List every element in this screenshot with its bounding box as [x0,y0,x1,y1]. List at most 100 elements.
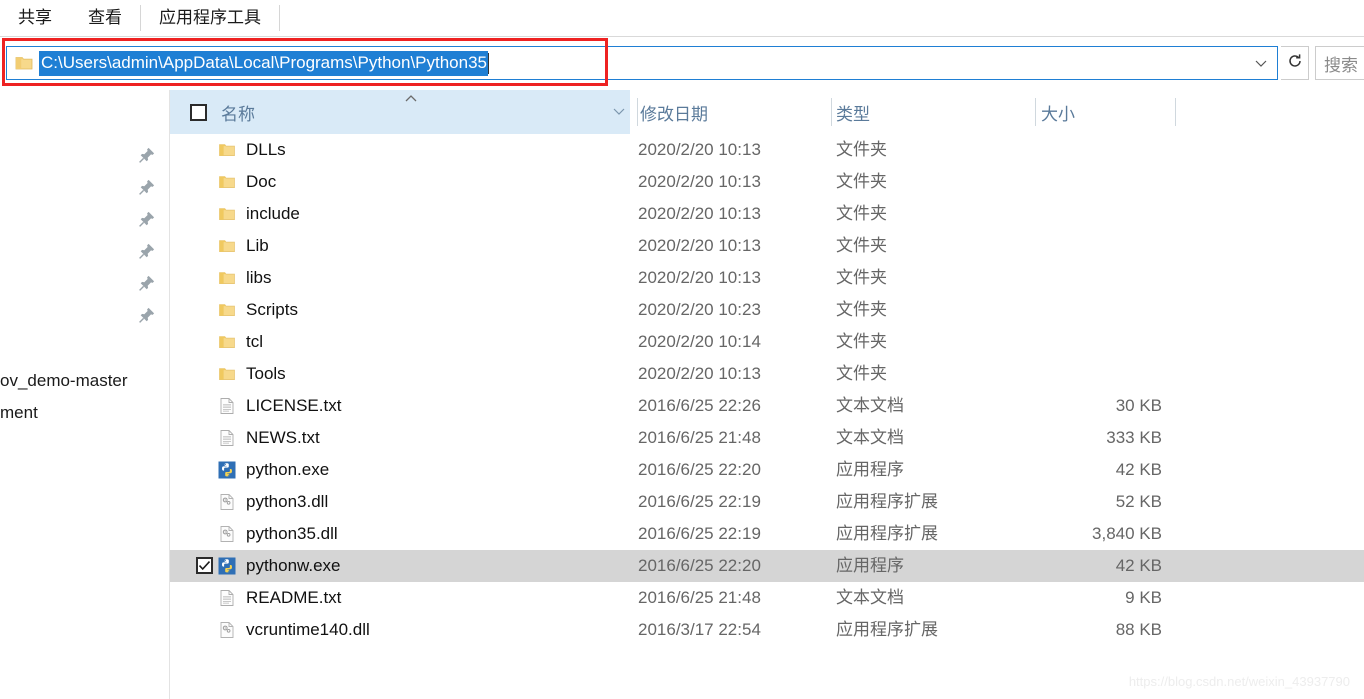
folder-icon [218,301,236,319]
select-all-checkbox[interactable] [190,103,207,121]
file-type-cell: 文本文档 [836,588,904,607]
table-row[interactable]: tcl 2020/2/20 10:14 文件夹 [170,326,1364,358]
table-row[interactable]: libs 2020/2/20 10:13 文件夹 [170,262,1364,294]
file-size-cell [1037,230,1162,262]
file-name-cell: Lib [246,236,269,255]
file-date-cell: 2016/3/17 22:54 [638,620,761,639]
file-date-cell: 2016/6/25 21:48 [638,588,761,607]
file-size-cell: 3,840 KB [1092,524,1162,543]
python-exe-icon [218,461,236,479]
table-row[interactable]: DLLs 2020/2/20 10:13 文件夹 [170,134,1364,166]
file-type-cell: 文件夹 [836,364,887,383]
file-type-cell: 文件夹 [836,236,887,255]
pin-icon[interactable] [138,274,156,292]
folder-icon [218,269,236,287]
dll-file-icon [218,621,236,639]
file-type-cell: 应用程序 [836,460,904,479]
ribbon-tab-view[interactable]: 查看 [70,0,140,36]
ribbon-tab-share[interactable]: 共享 [0,0,70,36]
column-header-date-modified[interactable]: 修改日期 [638,90,830,134]
ribbon-separator [279,5,280,31]
file-date-cell: 2020/2/20 10:13 [638,140,761,159]
file-name-cell: pythonw.exe [246,556,341,575]
watermark-text: https://blog.csdn.net/weixin_43937790 [1128,674,1350,689]
text-file-icon [218,429,236,447]
table-row[interactable]: README.txt 2016/6/25 21:48 文本文档 9 KB [170,582,1364,614]
address-bar-input[interactable]: C:\Users\admin\AppData\Local\Programs\Py… [6,46,1278,80]
folder-icon [218,333,236,351]
file-type-cell: 文本文档 [836,396,904,415]
file-size-cell [1037,198,1162,230]
folder-icon [15,54,33,72]
pin-icon[interactable] [138,210,156,228]
table-row[interactable]: include 2020/2/20 10:13 文件夹 [170,198,1364,230]
file-type-cell: 文件夹 [836,204,887,223]
pin-icon[interactable] [138,306,156,324]
file-size-cell [1037,294,1162,326]
search-input[interactable]: 搜索 [1315,46,1364,80]
pin-icon[interactable] [138,178,156,196]
table-row[interactable]: python3.dll 2016/6/25 22:19 应用程序扩展 52 KB [170,486,1364,518]
file-name-cell: Scripts [246,300,298,319]
file-date-cell: 2020/2/20 10:13 [638,172,761,191]
file-date-cell: 2016/6/25 22:19 [638,492,761,511]
file-name-cell: python3.dll [246,492,329,511]
table-row[interactable]: Tools 2020/2/20 10:13 文件夹 [170,358,1364,390]
column-header-name[interactable]: 名称 [170,90,630,134]
column-divider[interactable] [1035,98,1036,126]
chevron-down-icon[interactable] [1253,55,1269,71]
file-name-cell: tcl [246,332,263,351]
folder-icon [218,365,236,383]
dll-file-icon [218,525,236,543]
folder-icon [218,205,236,223]
file-size-cell [1037,326,1162,358]
table-row[interactable]: LICENSE.txt 2016/6/25 22:26 文本文档 30 KB [170,390,1364,422]
divider [0,36,1364,37]
column-divider[interactable] [1175,98,1176,126]
file-date-cell: 2016/6/25 22:20 [638,460,761,479]
navigation-sidebar: ov_demo-master ment [0,90,170,699]
file-name-cell: Doc [246,172,277,191]
refresh-button[interactable] [1281,46,1309,80]
folder-icon [218,141,236,159]
table-row[interactable]: Lib 2020/2/20 10:13 文件夹 [170,230,1364,262]
folder-icon [218,237,236,255]
file-type-cell: 文件夹 [836,332,887,351]
file-size-cell: 9 KB [1125,588,1162,607]
file-list-pane: 名称 修改日期 类型 大小 DLLs 2020/2/20 10:13 文件夹 Doc 2… [170,90,1364,699]
file-date-cell: 2020/2/20 10:13 [638,236,761,255]
table-row[interactable]: Scripts 2020/2/20 10:23 文件夹 [170,294,1364,326]
file-size-cell [1037,262,1162,294]
search-placeholder: 搜索 [1324,55,1358,75]
row-checkbox[interactable] [196,557,213,574]
ribbon-tab-strip: 共享 查看 应用程序工具 [0,0,1364,36]
column-header-name-label: 名称 [221,104,255,124]
address-path-text: C:\Users\admin\AppData\Local\Programs\Py… [39,50,489,76]
table-row[interactable]: vcruntime140.dll 2016/3/17 22:54 应用程序扩展 88 … [170,614,1364,646]
pin-icon[interactable] [138,146,156,164]
table-row[interactable]: python35.dll 2016/6/25 22:19 应用程序扩展 3,840 K… [170,518,1364,550]
column-header-row: 名称 修改日期 类型 大小 [170,90,1364,134]
file-type-cell: 文件夹 [836,140,887,159]
column-header-size[interactable]: 大小 [1037,90,1176,134]
table-row[interactable]: Doc 2020/2/20 10:13 文件夹 [170,166,1364,198]
file-name-cell: libs [246,268,272,287]
folder-icon [218,173,236,191]
file-name-cell: DLLs [246,140,286,159]
file-rows-container: DLLs 2020/2/20 10:13 文件夹 Doc 2020/2/20 10:13… [170,134,1364,646]
ribbon-tab-application-tools[interactable]: 应用程序工具 [141,0,279,36]
address-bar-strip: C:\Users\admin\AppData\Local\Programs\Py… [0,36,1364,90]
sidebar-item-label-clipped[interactable]: ov_demo-master [0,371,128,391]
sidebar-item-label-clipped[interactable]: ment [0,403,38,423]
column-header-type[interactable]: 类型 [832,90,1035,134]
file-type-cell: 应用程序扩展 [836,620,938,639]
column-header-date-label: 修改日期 [640,104,708,124]
table-row[interactable]: NEWS.txt 2016/6/25 21:48 文本文档 333 KB [170,422,1364,454]
table-row[interactable]: python.exe 2016/6/25 22:20 应用程序 42 KB [170,454,1364,486]
pin-icon[interactable] [138,242,156,260]
file-name-cell: vcruntime140.dll [246,620,370,639]
chevron-down-icon[interactable] [611,103,627,119]
file-type-cell: 文件夹 [836,172,887,191]
table-row[interactable]: pythonw.exe 2016/6/25 22:20 应用程序 42 KB [170,550,1364,582]
file-date-cell: 2020/2/20 10:14 [638,332,761,351]
